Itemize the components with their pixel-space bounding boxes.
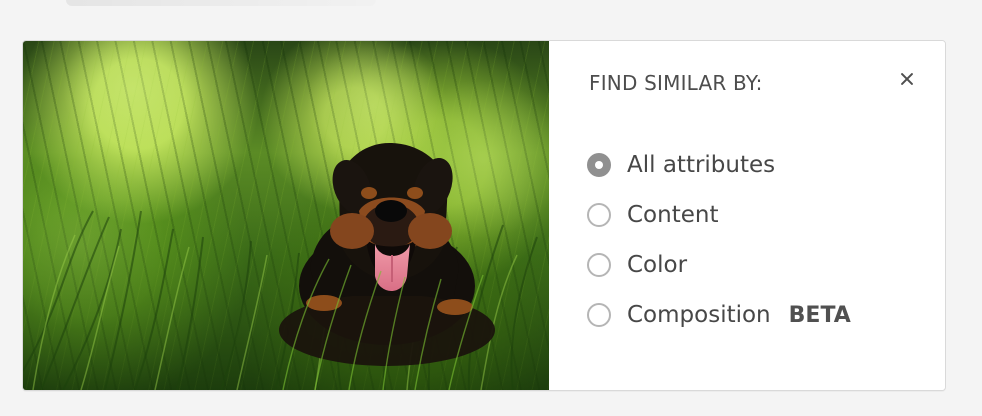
top-cropped-text xyxy=(66,0,376,6)
option-all-attributes[interactable]: All attributes xyxy=(587,147,775,183)
content-label: Content xyxy=(627,202,719,228)
option-content[interactable]: Content xyxy=(587,197,718,233)
image-preview xyxy=(23,41,549,390)
color-label: Color xyxy=(627,252,688,278)
all-attributes-radio[interactable] xyxy=(587,153,611,177)
composition-label: Composition xyxy=(627,302,771,328)
dog-photo xyxy=(23,41,549,390)
panel-title: FIND SIMILAR BY: xyxy=(589,71,763,95)
all-attributes-label: All attributes xyxy=(627,152,776,178)
content-radio[interactable] xyxy=(587,203,611,227)
close-button[interactable] xyxy=(887,59,927,99)
find-similar-card: FIND SIMILAR BY: All attributes Content … xyxy=(22,40,946,391)
option-composition[interactable]: Composition BETA xyxy=(587,297,851,333)
close-icon xyxy=(899,71,915,87)
beta-badge: BETA xyxy=(788,302,851,328)
color-radio[interactable] xyxy=(587,253,611,277)
find-similar-panel: FIND SIMILAR BY: All attributes Content … xyxy=(549,41,945,390)
option-color[interactable]: Color xyxy=(587,247,687,283)
composition-radio[interactable] xyxy=(587,303,611,327)
